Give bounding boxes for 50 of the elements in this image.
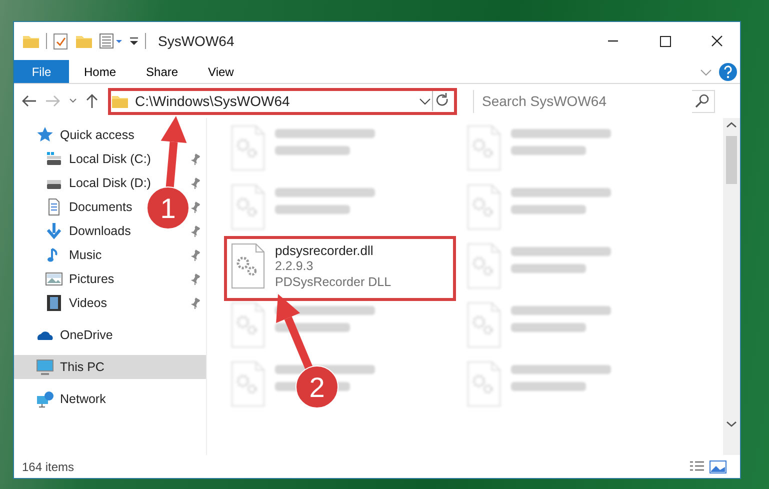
- back-icon[interactable]: [20, 93, 38, 109]
- file-item[interactable]: pdsysrecorder.dll 2.2.9.3 PDSysRecorder DLL: [227, 239, 453, 298]
- blurred-file-icon: [231, 125, 265, 171]
- properties-icon[interactable]: [53, 32, 69, 50]
- blurred-file-icon: [231, 184, 265, 230]
- blurred-file-icon: [467, 125, 501, 171]
- ribbon-tab[interactable]: View: [193, 60, 249, 83]
- download-arrow-icon: [45, 222, 63, 240]
- blurred-file-icon: [231, 302, 265, 348]
- address-bar[interactable]: C:\Windows\SysWOW64: [108, 88, 457, 114]
- sidebar-item[interactable]: OneDrive: [60, 328, 113, 342]
- blurred-file-icon: [467, 243, 501, 289]
- sidebar-item[interactable]: Network: [60, 392, 106, 406]
- help-icon[interactable]: [716, 60, 740, 83]
- sidebar-item[interactable]: Local Disk (C:): [69, 152, 151, 166]
- drive-icon: [45, 150, 63, 168]
- sidebar-item[interactable]: Quick access: [60, 128, 134, 142]
- blurred-file-icon: [467, 184, 501, 230]
- file-detail: PDSysRecorder DLL: [275, 274, 392, 290]
- minimize-icon: [605, 40, 621, 42]
- close-icon: [709, 33, 725, 49]
- blurred-file-icon: [231, 361, 265, 407]
- maximize-icon: [657, 33, 673, 49]
- sidebar-item[interactable]: Downloads: [69, 224, 131, 238]
- scroll-thumb[interactable]: [726, 136, 737, 184]
- window-title: SysWOW64: [158, 32, 234, 51]
- picture-icon: [45, 270, 63, 288]
- computer-icon: [36, 358, 54, 376]
- vertical-scrollbar[interactable]: [723, 118, 740, 455]
- sidebar-item[interactable]: Music: [69, 248, 102, 262]
- star-icon: [36, 126, 54, 144]
- dll-file-icon: [231, 243, 265, 289]
- item-count: 164 items: [22, 458, 74, 476]
- search-field[interactable]: Search SysWOW64: [473, 90, 715, 112]
- up-icon[interactable]: [84, 93, 100, 109]
- file-name: pdsysrecorder.dll: [275, 243, 374, 258]
- file-menu-tab[interactable]: File: [14, 60, 69, 83]
- blurred-file-icon: [467, 302, 501, 348]
- sidebar-item[interactable]: This PC: [14, 355, 206, 379]
- sidebar-item[interactable]: Videos: [69, 296, 107, 310]
- ribbon-tab[interactable]: Home: [69, 60, 132, 83]
- sidebar-item[interactable]: Pictures: [69, 272, 114, 286]
- file-detail: 2.2.9.3: [275, 258, 314, 274]
- step-number-badge: 2: [296, 366, 338, 408]
- view-options-icon[interactable]: [99, 32, 123, 50]
- network-icon: [36, 390, 54, 408]
- blurred-file-icon: [467, 361, 501, 407]
- ribbon-tab[interactable]: Share: [131, 60, 194, 83]
- sidebar-item[interactable]: Documents: [69, 200, 132, 214]
- film-icon: [45, 294, 63, 312]
